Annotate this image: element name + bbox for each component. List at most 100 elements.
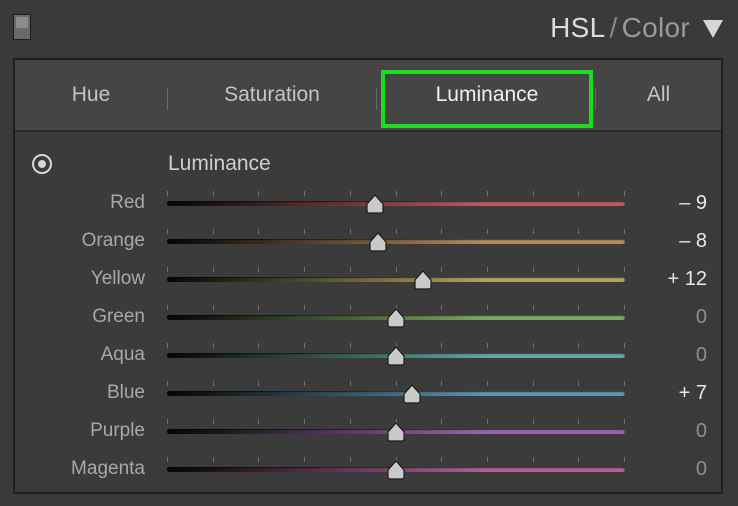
slider-thumb[interactable] [365, 194, 385, 214]
tick-mark [167, 419, 168, 424]
target-adjustment-icon[interactable] [32, 154, 52, 174]
hsl-panel: Hue Saturation Luminance All Luminance R… [13, 58, 723, 494]
slider-value[interactable]: – 9 [679, 184, 707, 222]
slider-row-blue: Blue + 7 [15, 374, 721, 412]
slider-value[interactable]: 0 [696, 412, 707, 450]
slider-thumb[interactable] [386, 346, 406, 366]
slider-value[interactable]: 0 [696, 298, 707, 336]
tick-mark [487, 457, 488, 462]
tick-mark [487, 229, 488, 234]
slider-label: Yellow [90, 268, 145, 289]
tick-mark [441, 305, 442, 310]
slider-label: Blue [106, 382, 145, 403]
tick-mark [304, 381, 305, 386]
slider-thumb[interactable] [386, 460, 406, 480]
tab-hue[interactable]: Hue [15, 60, 167, 130]
slider-row-green: Green 0 [15, 298, 721, 336]
tick-mark [350, 305, 351, 310]
panel-switch-icon[interactable] [13, 14, 31, 40]
title-color[interactable]: Color [622, 12, 690, 43]
slider-value[interactable]: 0 [696, 336, 707, 374]
slider-track-blue[interactable] [167, 391, 625, 396]
slider-ticks [167, 229, 625, 235]
slider-label: Aqua [100, 344, 145, 365]
tick-mark [624, 381, 625, 386]
tick-mark [258, 343, 259, 348]
slider-thumb[interactable] [386, 308, 406, 328]
tick-mark [624, 191, 625, 196]
tick-mark [624, 229, 625, 234]
tick-mark [396, 191, 397, 196]
collapse-triangle-icon[interactable] [703, 20, 723, 38]
tick-mark [167, 381, 168, 386]
section-label: Luminance [168, 152, 271, 175]
tick-mark [167, 305, 168, 310]
tick-mark [396, 229, 397, 234]
tick-mark [487, 343, 488, 348]
panel-header: HSL / Color [0, 0, 738, 56]
tick-mark [578, 343, 579, 348]
tick-mark [441, 229, 442, 234]
tick-mark [533, 229, 534, 234]
tick-mark [213, 419, 214, 424]
tick-mark [350, 343, 351, 348]
tick-mark [487, 267, 488, 272]
tab-luminance[interactable]: Luminance [381, 60, 593, 130]
tick-mark [304, 191, 305, 196]
tick-mark [441, 381, 442, 386]
tick-mark [258, 305, 259, 310]
tick-mark [350, 457, 351, 462]
tick-mark [624, 305, 625, 310]
title-hsl[interactable]: HSL [550, 12, 605, 43]
tick-mark [533, 343, 534, 348]
tick-mark [441, 191, 442, 196]
tick-mark [533, 267, 534, 272]
slider-track-yellow[interactable] [167, 277, 625, 282]
slider-thumb[interactable] [368, 232, 388, 252]
title-separator: / [609, 12, 618, 43]
slider-value[interactable]: 0 [696, 450, 707, 488]
tick-mark [396, 381, 397, 386]
tick-mark [304, 343, 305, 348]
tick-mark [350, 267, 351, 272]
tick-mark [350, 229, 351, 234]
slider-thumb[interactable] [386, 422, 406, 442]
tick-mark [258, 457, 259, 462]
tick-mark [533, 419, 534, 424]
tick-mark [167, 343, 168, 348]
slider-label: Purple [90, 420, 145, 441]
tick-mark [578, 457, 579, 462]
slider-ticks [167, 267, 625, 273]
slider-row-purple: Purple 0 [15, 412, 721, 450]
slider-track-red[interactable] [167, 201, 625, 206]
tick-mark [396, 267, 397, 272]
tick-mark [258, 381, 259, 386]
tab-all[interactable]: All [596, 60, 721, 130]
tick-mark [578, 419, 579, 424]
slider-value[interactable]: + 7 [679, 374, 707, 412]
slider-track-orange[interactable] [167, 239, 625, 244]
tick-mark [213, 305, 214, 310]
tick-mark [304, 229, 305, 234]
tick-mark [258, 229, 259, 234]
slider-value[interactable]: – 8 [679, 222, 707, 260]
tab-divider [376, 88, 377, 110]
panel-title[interactable]: HSL / Color [550, 12, 690, 44]
tick-mark [304, 267, 305, 272]
tick-mark [441, 457, 442, 462]
tick-mark [487, 419, 488, 424]
slider-value[interactable]: + 12 [668, 260, 707, 298]
tick-mark [167, 229, 168, 234]
slider-thumb[interactable] [413, 270, 433, 290]
tick-mark [441, 267, 442, 272]
slider-thumb[interactable] [402, 384, 422, 404]
slider-label: Red [110, 192, 145, 213]
tick-mark [213, 229, 214, 234]
tab-saturation[interactable]: Saturation [168, 60, 376, 130]
tick-mark [304, 457, 305, 462]
tick-mark [487, 191, 488, 196]
slider-label: Orange [81, 230, 145, 251]
tick-mark [213, 267, 214, 272]
tick-mark [213, 343, 214, 348]
slider-row-yellow: Yellow + 12 [15, 260, 721, 298]
